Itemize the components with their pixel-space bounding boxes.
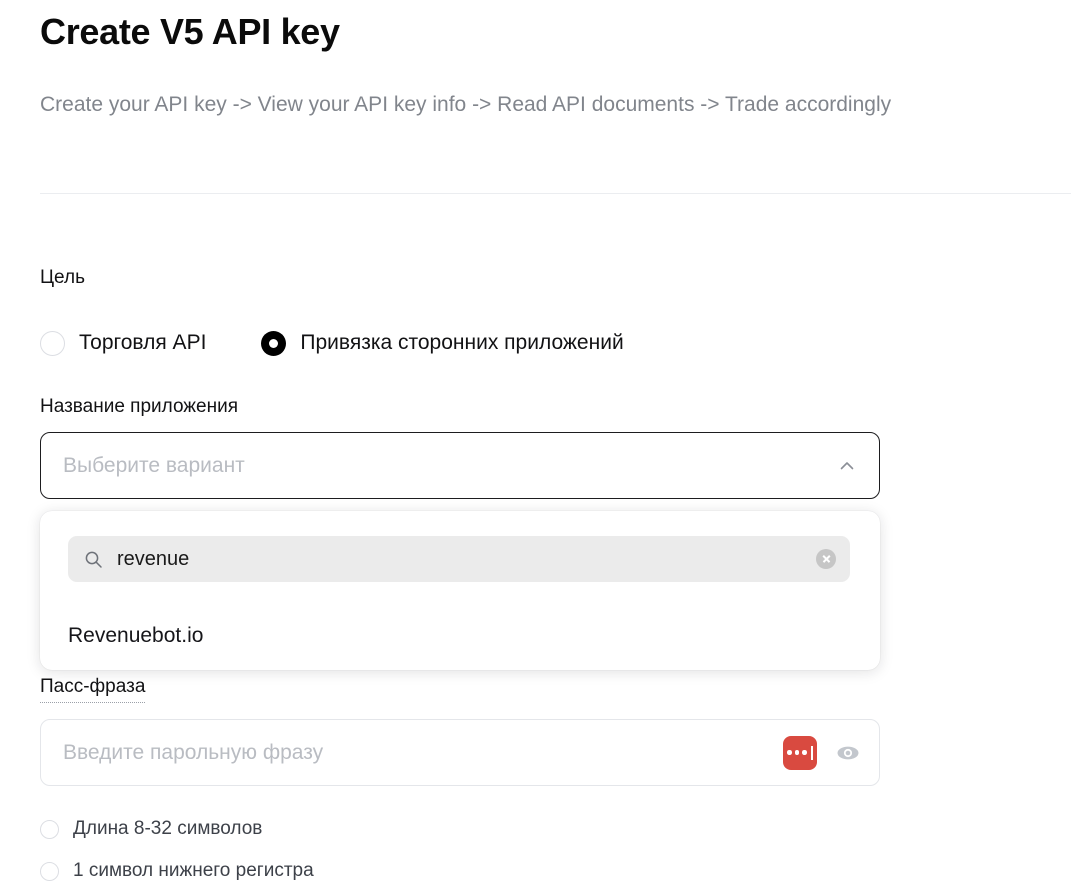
- app-name-label: Название приложения: [40, 396, 238, 417]
- app-name-dropdown-panel: revenue Revenuebot.io: [40, 511, 880, 670]
- rule-row: 1 символ нижнего регистра: [40, 850, 314, 892]
- rule-label: 1 символ нижнего регистра: [73, 860, 314, 881]
- app-name-select-placeholder: Выберите вариант: [63, 453, 245, 477]
- dropdown-search-field[interactable]: revenue: [68, 536, 850, 582]
- radio-mark-checked-icon: [261, 330, 287, 356]
- dropdown-option-revenuebot[interactable]: Revenuebot.io: [40, 607, 880, 665]
- radio-option-third-party-binding[interactable]: Привязка сторонних приложений: [261, 330, 624, 356]
- clear-circle-icon[interactable]: [816, 549, 836, 569]
- page-subtitle: Create your API key -> View your API key…: [40, 93, 892, 116]
- rule-label: Длина 8-32 символов: [73, 818, 263, 839]
- purpose-label: Цель: [40, 267, 85, 288]
- passphrase-input[interactable]: Введите парольную фразу: [40, 719, 880, 786]
- page-title: Create V5 API key: [40, 11, 340, 52]
- password-manager-icon[interactable]: [783, 735, 817, 770]
- rule-unmet-circle-icon: [40, 861, 59, 881]
- rule-unmet-circle-icon: [40, 819, 59, 839]
- passphrase-placeholder: Введите парольную фразу: [63, 740, 324, 764]
- radio-label-trading-api: Торговля API: [79, 331, 207, 354]
- rule-row: Длина 8-32 символов: [40, 808, 314, 850]
- passphrase-label: Пасс-фраза: [40, 674, 146, 703]
- search-icon: [84, 550, 103, 569]
- password-manager-dots: [787, 745, 813, 760]
- purpose-radio-group: Торговля API Привязка сторонних приложен…: [40, 330, 624, 356]
- passphrase-rules-list: Длина 8-32 символов 1 символ нижнего рег…: [40, 808, 314, 892]
- chevron-up-icon: [837, 456, 857, 476]
- radio-label-third-party-binding: Привязка сторонних приложений: [300, 331, 624, 354]
- radio-option-trading-api[interactable]: Торговля API: [40, 330, 206, 356]
- eye-icon[interactable]: [835, 740, 861, 766]
- header-divider: [40, 193, 1071, 194]
- app-name-select[interactable]: Выберите вариант: [40, 432, 880, 499]
- dropdown-search-value: revenue: [117, 547, 190, 570]
- radio-mark-unchecked-icon: [40, 330, 65, 356]
- dropdown-option-label: Revenuebot.io: [68, 624, 204, 647]
